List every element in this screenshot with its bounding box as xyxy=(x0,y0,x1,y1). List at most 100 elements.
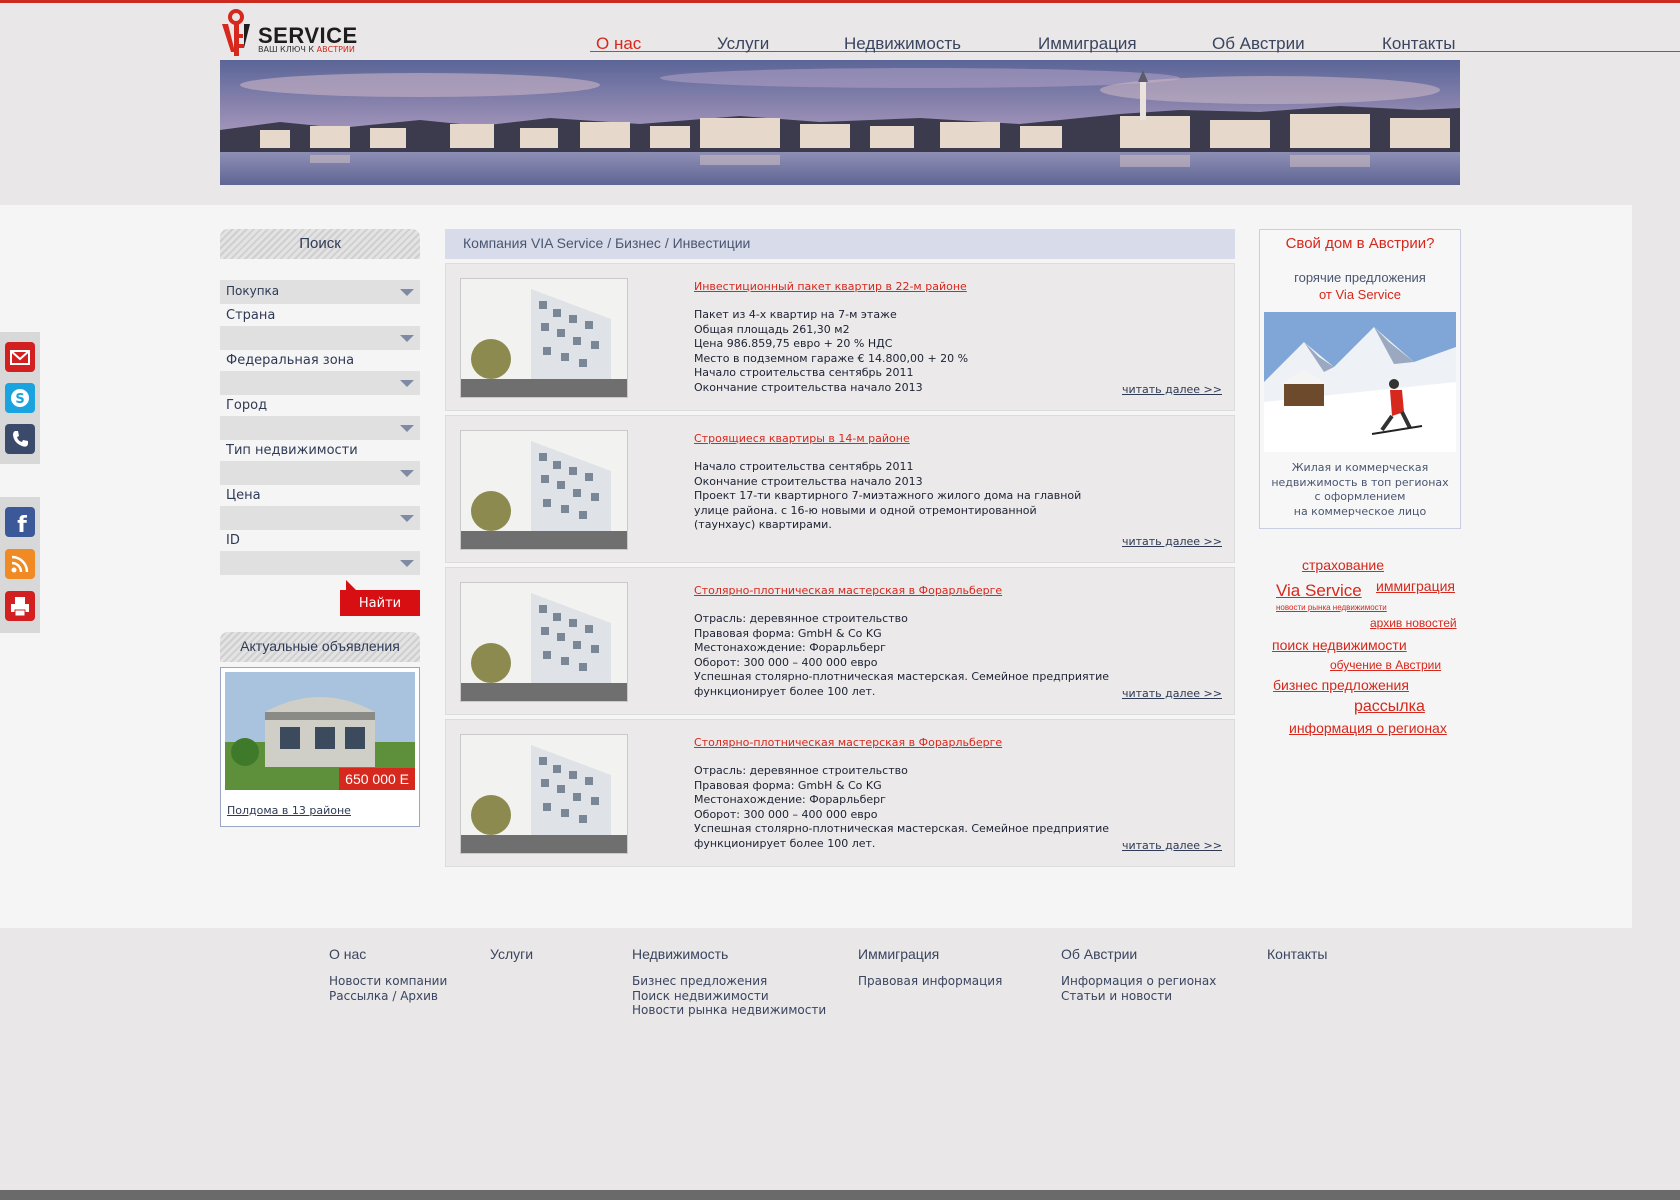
read-more-link[interactable]: читать далее >> xyxy=(1122,535,1222,548)
chevron-down-icon xyxy=(400,335,414,342)
footer-link[interactable]: Поиск недвижимости xyxy=(632,989,826,1004)
footer-link[interactable]: Новости рынка недвижимости xyxy=(632,1003,826,1018)
skype-icon[interactable]: S xyxy=(5,383,35,413)
breadcrumb-text: Компания VIA Service / Бизнес / Инвестиц… xyxy=(463,235,751,251)
ad-house-image[interactable]: 650 000 Е xyxy=(225,672,415,790)
country-select[interactable] xyxy=(220,326,420,350)
nav-item-services[interactable]: Услуги xyxy=(717,34,769,54)
footer-heading[interactable]: О нас xyxy=(329,946,447,962)
footer-link[interactable]: Информация о регионах xyxy=(1061,974,1216,989)
footer-heading[interactable]: Недвижимость xyxy=(632,946,826,962)
city-select[interactable] xyxy=(220,416,420,440)
listing-title-link[interactable]: Инвестиционный пакет квартир в 22-м райо… xyxy=(694,280,967,293)
breadcrumb: Компания VIA Service / Бизнес / Инвестиц… xyxy=(445,229,1235,259)
chevron-down-icon xyxy=(400,560,414,567)
read-more-link[interactable]: читать далее >> xyxy=(1122,383,1222,396)
footer-heading[interactable]: Иммиграция xyxy=(858,946,1002,962)
search-panel-header: Поиск xyxy=(220,229,420,259)
chevron-down-icon xyxy=(400,380,414,387)
property-type-label: Тип недвижимости xyxy=(226,443,358,458)
chevron-down-icon xyxy=(400,515,414,522)
footer-heading[interactable]: Контакты xyxy=(1267,946,1327,962)
footer-col-real-estate: Недвижимость Бизнес предложения Поиск не… xyxy=(632,946,826,1018)
promo-subtitle: горячие предложения xyxy=(1294,270,1426,285)
nav-item-about[interactable]: О нас xyxy=(596,34,641,54)
federal-zone-label: Федеральная зона xyxy=(226,353,355,368)
price-label: Цена xyxy=(226,488,261,503)
main-nav: О нас Услуги Недвижимость Иммиграция Об … xyxy=(590,30,1680,54)
phone-icon[interactable] xyxy=(5,424,35,454)
logo[interactable]: SERVICE ВАШ КЛЮЧ К АВСТРИИ xyxy=(220,8,357,56)
tag-link[interactable]: Via Service xyxy=(1276,581,1362,601)
nav-item-real-estate[interactable]: Недвижимость xyxy=(844,34,961,54)
header-banner-image xyxy=(220,60,1460,185)
ad-card[interactable]: 650 000 Е Полдома в 13 районе xyxy=(220,667,420,827)
listing-description: Отрасль: деревянное строительство Правова… xyxy=(694,764,1109,850)
tag-link[interactable]: обучение в Австрии xyxy=(1330,658,1441,672)
svg-text:f: f xyxy=(17,513,27,537)
facebook-icon[interactable]: f xyxy=(5,507,35,538)
footer-col-immigration: Иммиграция Правовая информация xyxy=(858,946,1002,989)
nav-item-contacts[interactable]: Контакты xyxy=(1382,34,1455,54)
property-type-select[interactable] xyxy=(220,461,420,485)
mail-icon[interactable] xyxy=(5,342,35,372)
listing-title-link[interactable]: Строящиеся квартиры в 14-м районе xyxy=(694,432,910,445)
listing-thumbnail[interactable] xyxy=(460,430,628,550)
footer-col-austria: Об Австрии Информация о регионах Статьи … xyxy=(1061,946,1216,1003)
tag-link[interactable]: поиск недвижимости xyxy=(1272,637,1407,653)
city-label: Город xyxy=(226,398,268,413)
footer-heading[interactable]: Об Австрии xyxy=(1061,946,1216,962)
ad-price-badge: 650 000 Е xyxy=(339,768,415,790)
contact-icons-panel: S xyxy=(0,332,40,464)
list-item: Строящиеся квартиры в 14-м районе Начало… xyxy=(445,415,1235,563)
chevron-down-icon xyxy=(400,289,414,296)
tag-link[interactable]: иммиграция xyxy=(1376,578,1455,594)
ads-title: Актуальные объявления xyxy=(240,638,400,654)
federal-zone-select[interactable] xyxy=(220,371,420,395)
ads-panel-header: Актуальные объявления xyxy=(220,632,420,662)
logo-tagline: ВАШ КЛЮЧ К АВСТРИИ xyxy=(258,45,355,54)
listing-title-link[interactable]: Столярно-плотническая мастерская в Форар… xyxy=(694,584,1002,597)
price-select[interactable] xyxy=(220,506,420,530)
footer-col-services: Услуги xyxy=(490,946,533,974)
print-icon[interactable] xyxy=(5,591,35,621)
chevron-down-icon xyxy=(400,470,414,477)
listing-description: Отрасль: деревянное строительство Правова… xyxy=(694,612,1109,698)
listing-thumbnail[interactable] xyxy=(460,278,628,398)
chevron-down-icon xyxy=(400,425,414,432)
nav-item-immigration[interactable]: Иммиграция xyxy=(1038,34,1137,54)
rss-icon[interactable] xyxy=(5,549,35,579)
top-accent-line xyxy=(0,0,1680,3)
tag-link[interactable]: информация о регионах xyxy=(1289,720,1447,736)
tag-link[interactable]: страхование xyxy=(1302,557,1384,573)
ad-link[interactable]: Полдома в 13 районе xyxy=(227,804,351,817)
deal-type-select[interactable]: Покупка xyxy=(220,280,420,304)
footer-link[interactable]: Статьи и новости xyxy=(1061,989,1216,1004)
promo-box[interactable]: Свой дом в Австрии? горячие предложения … xyxy=(1259,229,1461,529)
listing-description: Начало строительства сентябрь 2011 Оконча… xyxy=(694,460,1082,531)
promo-skier-image[interactable] xyxy=(1264,312,1456,452)
footer-heading[interactable]: Услуги xyxy=(490,946,533,962)
footer-col-contacts: Контакты xyxy=(1267,946,1327,974)
read-more-link[interactable]: читать далее >> xyxy=(1122,839,1222,852)
tag-link[interactable]: архив новостей xyxy=(1370,616,1457,630)
search-button[interactable]: Найти xyxy=(340,590,420,616)
tag-link[interactable]: рассылка xyxy=(1354,698,1425,716)
listing-thumbnail[interactable] xyxy=(460,734,628,854)
read-more-link[interactable]: читать далее >> xyxy=(1122,687,1222,700)
key-logo-icon xyxy=(222,9,250,56)
listing-title-link[interactable]: Столярно-плотническая мастерская в Форар… xyxy=(694,736,1002,749)
listing-thumbnail[interactable] xyxy=(460,582,628,702)
list-item: Инвестиционный пакет квартир в 22-м райо… xyxy=(445,263,1235,411)
id-select[interactable] xyxy=(220,551,420,575)
footer-link[interactable]: Бизнес предложения xyxy=(632,974,826,989)
promo-description: Жилая и коммерческая недвижимость в топ р… xyxy=(1271,461,1449,518)
footer-link[interactable]: Новости компании xyxy=(329,974,447,989)
listing-description: Пакет из 4-х квартир на 7-м этаже Общая п… xyxy=(694,308,969,394)
social-icons-panel: f xyxy=(0,497,40,633)
footer-link[interactable]: Рассылка / Архив xyxy=(329,989,447,1004)
tag-link[interactable]: бизнес предложения xyxy=(1273,677,1409,693)
nav-item-austria[interactable]: Об Австрии xyxy=(1212,34,1305,54)
footer-link[interactable]: Правовая информация xyxy=(858,974,1002,989)
tag-link[interactable]: новости рынка недвижимости xyxy=(1276,603,1387,612)
